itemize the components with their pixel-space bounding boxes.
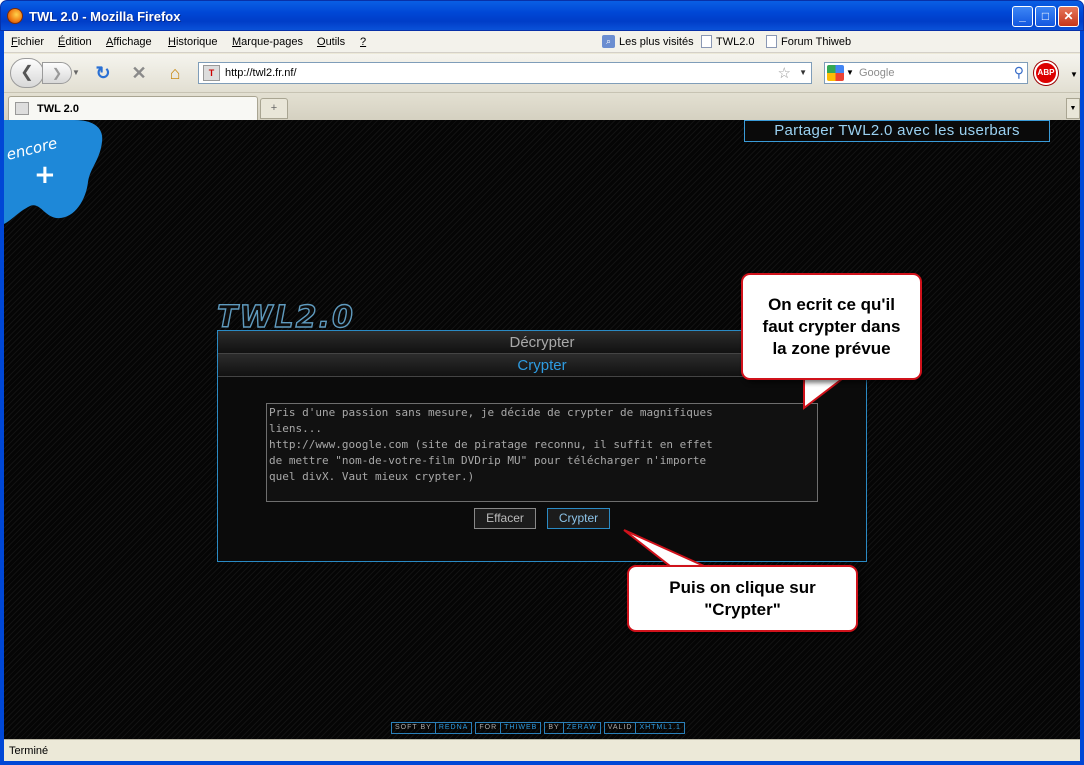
forward-button[interactable]: ❯: [42, 62, 72, 84]
bookmark-most-visited[interactable]: ⌕ Les plus visités: [602, 35, 694, 48]
history-dropdown-icon[interactable]: ▼: [72, 68, 80, 77]
new-tab-button[interactable]: +: [260, 98, 288, 119]
stop-icon[interactable]: ✕: [128, 62, 150, 84]
url-bar[interactable]: T http://twl2.fr.nf/ ☆ ▼: [198, 62, 812, 84]
menu-fichier[interactable]: Fichier: [11, 36, 44, 48]
adblock-dropdown-icon[interactable]: ▼: [1070, 70, 1078, 79]
tab-bar: TWL 2.0 + ▼: [4, 92, 1080, 121]
callout-write-text: On ecrit ce qu'il faut crypter dans la z…: [741, 273, 922, 380]
maximize-button[interactable]: □: [1035, 6, 1056, 27]
window-frame-bottom: [0, 761, 1084, 765]
search-input[interactable]: Google: [859, 67, 894, 79]
tab-title: TWL 2.0: [37, 103, 79, 115]
plus-icon: +: [34, 160, 56, 190]
page-icon: [701, 35, 712, 48]
minimize-button[interactable]: _: [1012, 6, 1033, 27]
tab-twl[interactable]: TWL 2.0: [8, 96, 258, 121]
menu-outils[interactable]: Outils: [317, 36, 345, 48]
search-bar[interactable]: ▼ Google ⚲: [824, 62, 1028, 84]
back-button[interactable]: ❮: [10, 58, 44, 88]
url-dropdown-icon[interactable]: ▼: [799, 68, 807, 77]
bookmark-forum-thiweb[interactable]: Forum Thiweb: [766, 35, 851, 48]
footer-for[interactable]: FOR THIWEB: [475, 722, 542, 734]
navigation-toolbar: ❮ ❯ ▼ ↻ ✕ ⌂ T http://twl2.fr.nf/ ☆ ▼ ▼ G…: [4, 54, 1080, 92]
encore-plus-badge[interactable]: encore +: [4, 120, 114, 225]
close-button[interactable]: ✕: [1058, 6, 1079, 27]
google-icon[interactable]: [827, 65, 844, 81]
window-title: TWL 2.0 - Mozilla Firefox: [29, 9, 181, 24]
page-content: encore + Partager TWL2.0 avec les userba…: [4, 120, 1080, 739]
status-bar: Terminé: [4, 739, 1080, 761]
search-engine-dropdown-icon[interactable]: ▼: [846, 68, 854, 77]
reload-icon[interactable]: ↻: [92, 62, 114, 84]
bookmark-twl2[interactable]: TWL2.0: [701, 35, 755, 48]
menu-bar: Fichier Édition Affichage Historique Mar…: [4, 31, 1080, 53]
site-favicon: T: [203, 65, 220, 81]
menu-historique[interactable]: Historique: [168, 36, 218, 48]
footer-soft-by[interactable]: SOFT BY REDNA: [391, 722, 473, 734]
menu-marque-pages[interactable]: Marque-pages: [232, 36, 303, 48]
crypt-button[interactable]: Crypter: [547, 508, 610, 529]
footer-by[interactable]: BY ZERAW: [544, 722, 601, 734]
window-frame-right: [1080, 31, 1084, 765]
title-bar: TWL 2.0 - Mozilla Firefox _ □ ✕: [0, 0, 1084, 31]
search-icon[interactable]: ⚲: [1014, 64, 1024, 81]
share-userbars-link[interactable]: Partager TWL2.0 avec les userbars: [744, 120, 1050, 142]
status-text: Terminé: [9, 745, 49, 757]
site-favicon: [15, 102, 29, 115]
browser-chrome: Fichier Édition Affichage Historique Mar…: [4, 31, 1080, 121]
magnifier-icon: ⌕: [602, 35, 615, 48]
menu-aide[interactable]: ?: [360, 36, 366, 48]
firefox-icon: [7, 8, 23, 24]
menu-affichage[interactable]: Affichage: [106, 36, 152, 48]
url-text[interactable]: http://twl2.fr.nf/: [225, 67, 297, 79]
callout-click-crypt: Puis on clique sur "Crypter": [627, 565, 858, 632]
clear-button[interactable]: Effacer: [474, 508, 536, 529]
tab-list-icon[interactable]: ▼: [1066, 98, 1080, 119]
menu-edition[interactable]: Édition: [58, 36, 92, 48]
bookmark-star-icon[interactable]: ☆: [778, 64, 791, 82]
page-icon: [766, 35, 777, 48]
footer-userbars: SOFT BY REDNA FOR THIWEB BY ZERAW VALID XHTM…: [391, 722, 685, 734]
home-icon[interactable]: ⌂: [164, 62, 186, 84]
footer-valid[interactable]: VALID XHTML1.1: [603, 722, 685, 734]
text-to-encrypt-field[interactable]: Pris d'une passion sans mesure, je décid…: [266, 403, 818, 502]
adblock-plus-icon[interactable]: ABP: [1034, 61, 1058, 85]
